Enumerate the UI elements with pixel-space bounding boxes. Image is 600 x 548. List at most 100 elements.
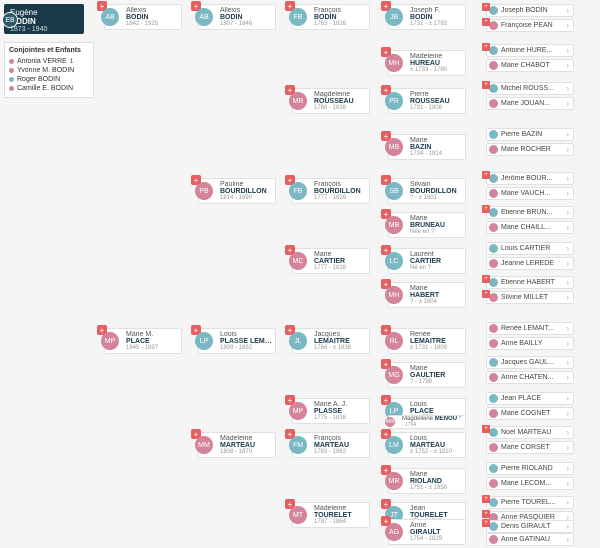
spouse-child-row[interactable]: Camille E. BODIN <box>9 84 89 93</box>
chevron-right-icon[interactable]: › <box>564 324 571 333</box>
ancestor-leaf[interactable]: Marie CHABOT› <box>486 59 574 72</box>
chevron-right-icon[interactable]: › <box>564 244 571 253</box>
chevron-right-icon[interactable]: › <box>564 358 571 367</box>
chevron-right-icon[interactable]: › <box>564 373 571 382</box>
ancestor-node[interactable]: +AGAnneGIRAULT1754 - 1829 <box>388 519 466 545</box>
ancestor-node[interactable]: +MBMarieBAZIN1734 - 1814 <box>388 134 466 160</box>
add-icon[interactable]: + <box>482 3 490 11</box>
add-icon[interactable]: + <box>482 425 490 433</box>
chevron-right-icon[interactable]: › <box>564 479 571 488</box>
ancestor-node[interactable]: +FMFrançoisMARTEAU1783 - 1862 <box>292 432 370 458</box>
ancestor-leaf[interactable]: +Denis GIRAULT› <box>486 520 574 533</box>
add-icon[interactable]: + <box>482 18 490 26</box>
ancestor-node[interactable]: +MGMarieGAULTIER? - 1798 <box>388 362 466 388</box>
ancestor-node[interactable]: +SBSilvainBOURDILLON? - ± 1801 <box>388 178 466 204</box>
chevron-right-icon[interactable]: › <box>564 394 571 403</box>
chevron-right-icon[interactable]: › <box>564 278 571 287</box>
ancestor-leaf[interactable]: +Silvine MILLET› <box>486 291 574 304</box>
chevron-right-icon[interactable]: › <box>564 6 571 15</box>
ancestor-node[interactable]: +MHMadeleineHUREAU± 1733 - 1780 <box>388 50 466 76</box>
ancestor-node[interactable]: +PBPaulineBOURDILLON1814 - 1890 <box>198 178 276 204</box>
chevron-right-icon[interactable]: › <box>564 99 571 108</box>
ancestor-leaf[interactable]: Marie CORSET› <box>486 441 574 454</box>
ancestor-node[interactable]: +MRMagdeleineROUSSEAU1768 - 1838 <box>292 88 370 114</box>
chevron-right-icon[interactable]: › <box>564 84 571 93</box>
ancestor-node[interactable]: +MTMadeleineTOURELET1787 - 1864 <box>292 502 370 528</box>
chevron-right-icon[interactable]: › <box>564 145 571 154</box>
ancestor-node[interactable]: +FBFrançoisBOURDILLON1777 - 1826 <box>292 178 370 204</box>
chevron-right-icon[interactable]: › <box>564 259 571 268</box>
chevron-right-icon[interactable]: › <box>564 522 571 531</box>
spouse-child-row[interactable]: Antonia VERRE1 <box>9 57 89 66</box>
add-icon[interactable]: + <box>482 495 490 503</box>
ancestor-node[interactable]: +FBFrançoisBODIN1763 - 1826 <box>292 4 370 30</box>
ancestor-leaf[interactable]: Marie ROCHER› <box>486 143 574 156</box>
chevron-right-icon[interactable]: › <box>564 428 571 437</box>
chevron-right-icon[interactable]: › <box>564 293 571 302</box>
ancestor-leaf[interactable]: Pierre BAZIN› <box>486 128 574 141</box>
ancestor-leaf[interactable]: +Antoine HURE...› <box>486 44 574 57</box>
chevron-right-icon[interactable]: › <box>564 174 571 183</box>
ancestor-leaf[interactable]: Marie CHAILL...› <box>486 221 574 234</box>
ancestor-leaf[interactable]: Marie LECOM...› <box>486 477 574 490</box>
ancestor-node[interactable]: +JLJacquesLEMAITRE1766 - ± 1836 <box>292 328 370 354</box>
ancestor-node[interactable]: +LMLouisMARTEAU± 1752 - ± 1810 <box>388 432 466 458</box>
add-icon[interactable]: + <box>482 205 490 213</box>
chevron-right-icon[interactable]: › <box>564 21 571 30</box>
ancestor-leaf[interactable]: Jean PLACE› <box>486 392 574 405</box>
ancestor-leaf[interactable]: Marie COGNET› <box>486 407 574 420</box>
add-icon[interactable]: + <box>482 171 490 179</box>
ancestor-leaf[interactable]: +Etienne BRUN...› <box>486 206 574 219</box>
ancestor-leaf[interactable]: Louis CARTIER› <box>486 242 574 255</box>
ancestor-leaf[interactable]: +Jérôme BOUR...› <box>486 172 574 185</box>
ancestor-node[interactable]: +RLRenéeLEMAITRE± 1731 - 1809 <box>388 328 466 354</box>
ancestor-leaf[interactable]: Renée LEMAIT...› <box>486 322 574 335</box>
add-icon[interactable]: + <box>482 275 490 283</box>
ancestor-node[interactable]: MMMagdeleine MENOU ? - 1794 <box>388 415 466 429</box>
ancestor-leaf[interactable]: Jeanne LEREDE› <box>486 257 574 270</box>
ancestor-leaf[interactable]: Marie JOUAN...› <box>486 97 574 110</box>
ancestor-node[interactable]: +MPMarie M.PLACE1845 - 1897 <box>104 328 182 354</box>
add-icon[interactable]: + <box>482 81 490 89</box>
chevron-right-icon[interactable]: › <box>564 464 571 473</box>
chevron-right-icon[interactable]: › <box>564 535 571 544</box>
ancestor-node[interactable]: +PRPierreROUSSEAU1731 - 1808 <box>388 88 466 114</box>
ancestor-node[interactable]: +LPLouisPLASSE LEMAI...1809 - 1892 <box>198 328 276 354</box>
ancestor-leaf[interactable]: Anne CHATEN...› <box>486 371 574 384</box>
ancestor-node[interactable]: +MHMarieHABERT? - ± 1804 <box>388 282 466 308</box>
ancestor-leaf[interactable]: Pierre RIOLAND› <box>486 462 574 475</box>
ancestor-node[interactable]: +JBJoseph F.BODIN1732 - ± 1793 <box>388 4 466 30</box>
spouse-child-row[interactable]: Roger BODIN <box>9 75 89 84</box>
ancestor-node[interactable]: +MMMadeleineMARTEAU1808 - 1870 <box>198 432 276 458</box>
spouse-child-row[interactable]: Yvonne M. BODIN <box>9 66 89 75</box>
ancestor-node[interactable]: +MPMarie A. J.PLASSE1775 - 1836 <box>292 398 370 424</box>
chevron-right-icon[interactable]: › <box>564 443 571 452</box>
ancestor-leaf[interactable]: +Etienne HABERT› <box>486 276 574 289</box>
ancestor-leaf[interactable]: +Pierre TOUREL...› <box>486 496 574 509</box>
ancestor-node[interactable]: +ABAllexisBODIN1807 - 1846 <box>198 4 276 30</box>
ancestor-leaf[interactable]: +Joseph BODIN› <box>486 4 574 17</box>
chevron-right-icon[interactable]: › <box>564 409 571 418</box>
ancestor-leaf[interactable]: +Noel MARTEAU› <box>486 426 574 439</box>
ancestor-leaf[interactable]: Anne BAILLY› <box>486 337 574 350</box>
ancestor-leaf[interactable]: +Françoise PEAN› <box>486 19 574 32</box>
ancestor-node[interactable]: +MCMarieCARTIER1777 - 1828 <box>292 248 370 274</box>
ancestor-leaf[interactable]: +Michel ROUSS...› <box>486 82 574 95</box>
ancestor-node[interactable]: +LCLaurentCARTIERNé en ? <box>388 248 466 274</box>
chevron-right-icon[interactable]: › <box>564 46 571 55</box>
chevron-right-icon[interactable]: › <box>564 498 571 507</box>
chevron-right-icon[interactable]: › <box>564 130 571 139</box>
chevron-right-icon[interactable]: › <box>564 189 571 198</box>
ancestor-node[interactable]: +ABAllexisBODIN1842 - 1925 <box>104 4 182 30</box>
add-icon[interactable]: + <box>482 43 490 51</box>
chevron-right-icon[interactable]: › <box>564 339 571 348</box>
add-icon[interactable]: + <box>482 510 490 518</box>
chevron-right-icon[interactable]: › <box>564 223 571 232</box>
chevron-right-icon[interactable]: › <box>564 208 571 217</box>
add-icon[interactable]: + <box>482 519 490 527</box>
add-icon[interactable]: + <box>482 290 490 298</box>
chevron-right-icon[interactable]: › <box>564 61 571 70</box>
root-person-card[interactable]: EB Eugène BODIN 1873 - 1940 <box>4 4 84 34</box>
ancestor-leaf[interactable]: Marie VAUCH...› <box>486 187 574 200</box>
ancestor-leaf[interactable]: Anne GATINAU› <box>486 533 574 546</box>
